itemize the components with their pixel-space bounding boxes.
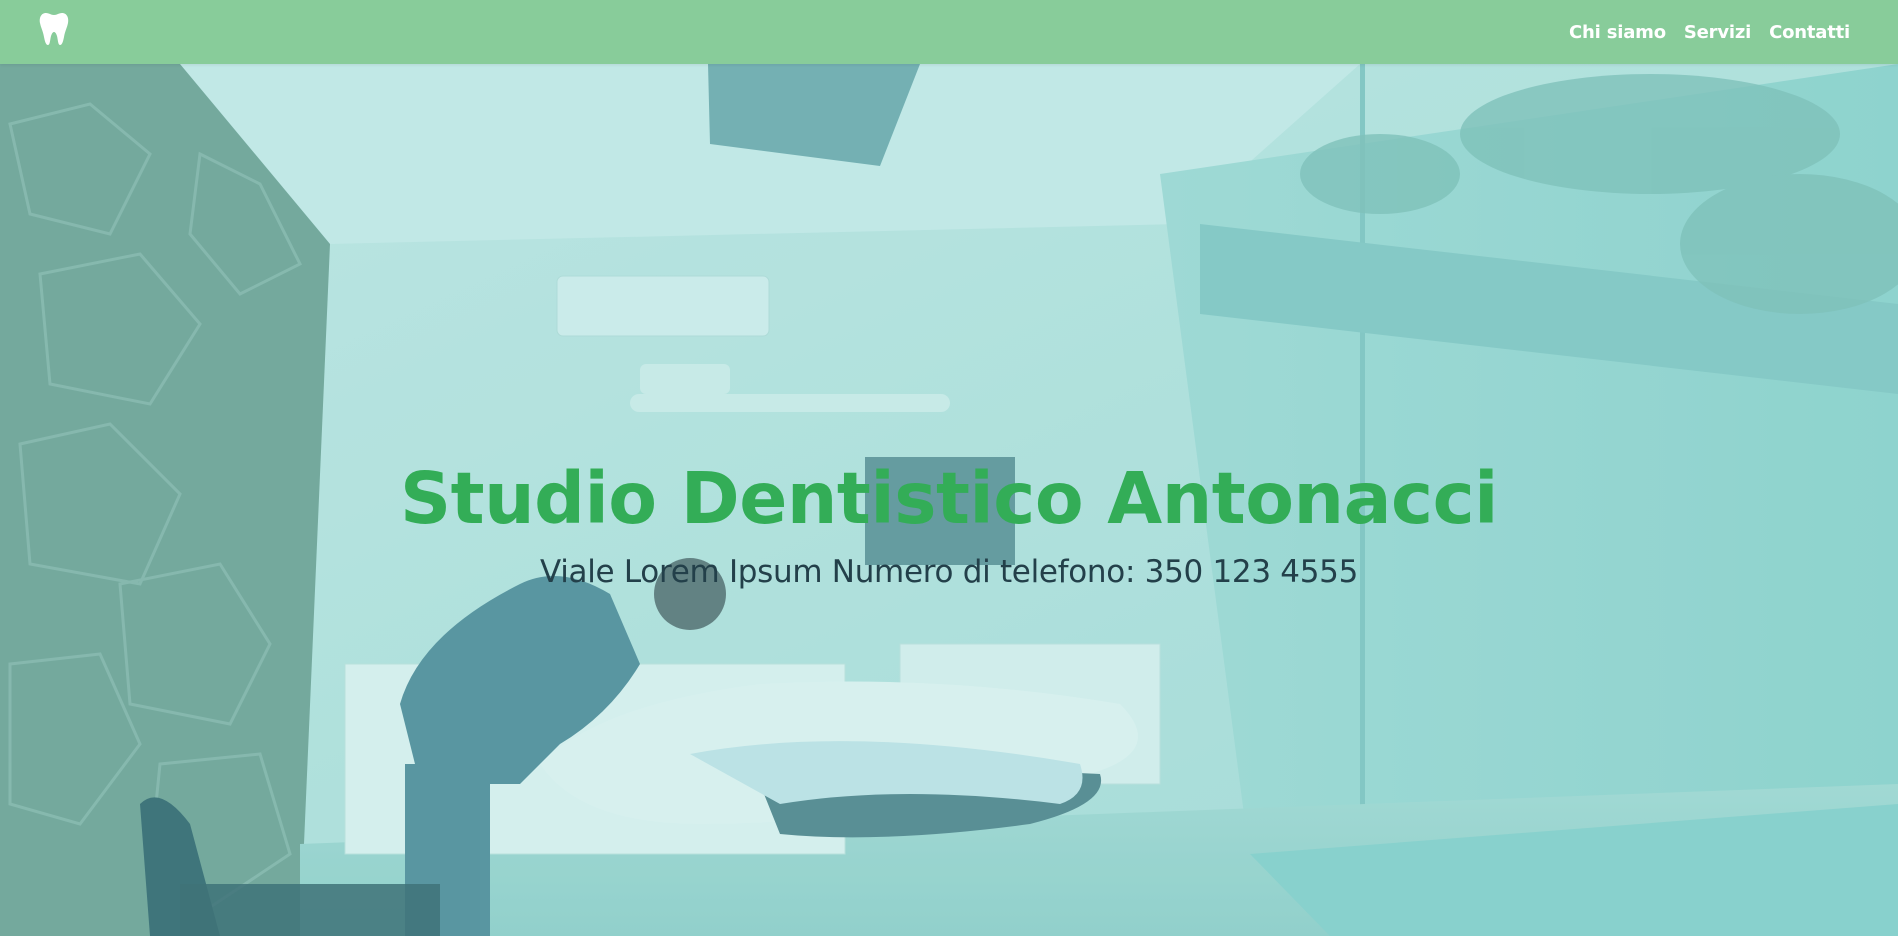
nav-link-contatti[interactable]: Contatti — [1769, 22, 1850, 43]
tooth-icon[interactable] — [38, 11, 70, 47]
hero-section: Studio Dentistico Antonacci Viale Lorem … — [0, 64, 1898, 936]
hero-title: Studio Dentistico Antonacci — [400, 457, 1499, 540]
navbar: Chi siamo Servizi Contatti — [0, 0, 1898, 64]
nav-link-chi-siamo[interactable]: Chi siamo — [1569, 22, 1666, 43]
hero-subtitle: Viale Lorem Ipsum Numero di telefono: 35… — [539, 554, 1358, 590]
nav-link-servizi[interactable]: Servizi — [1684, 22, 1751, 43]
main-nav: Chi siamo Servizi Contatti — [1569, 0, 1850, 64]
